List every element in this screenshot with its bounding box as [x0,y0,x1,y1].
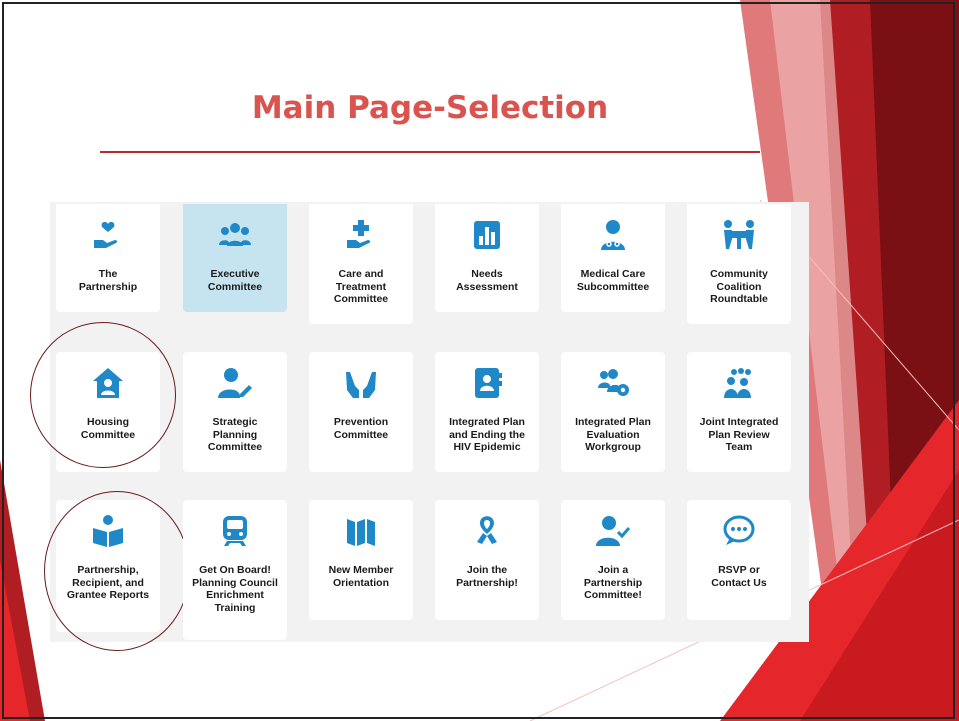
users-gear-icon [596,366,630,400]
menu-card[interactable]: New Member Orientation [309,500,413,620]
menu-card[interactable]: Join the Partnership! [435,500,539,620]
menu-card-label: RSVP or Contact Us [711,564,767,589]
menu-card-label: Prevention Committee [333,416,389,441]
menu-card-label: Get On Board! Planning Council Enrichmen… [192,564,278,614]
menu-card[interactable]: Integrated Plan Evaluation Workgroup [561,352,665,472]
train-icon [218,514,252,548]
menu-card[interactable]: Integrated Plan and Ending the HIV Epide… [435,352,539,472]
menu-card[interactable]: Needs Assessment [435,204,539,312]
heart-hand-icon [91,218,125,252]
map-icon [344,514,378,548]
doctor-icon [596,218,630,252]
menu-card-label: Integrated Plan Evaluation Workgroup [575,416,651,453]
menu-card-label: Housing Committee [80,416,136,441]
plus-hand-icon [344,218,378,252]
menu-card[interactable]: Strategic Planning Committee [183,352,287,472]
menu-card[interactable]: The Partnership [56,204,160,312]
menu-card[interactable]: Care and Treatment Committee [309,204,413,324]
menu-card-label: Care and Treatment Committee [333,268,389,305]
menu-card-label: Strategic Planning Committee [207,416,263,453]
menu-card-label: Join the Partnership! [456,564,518,589]
menu-card-label: New Member Orientation [328,564,394,589]
menu-card[interactable]: RSVP or Contact Us [687,500,791,620]
user-check-icon [596,514,631,548]
menu-card[interactable]: Housing Committee [56,352,160,472]
hands-icon [344,366,378,400]
menu-card-label: Join a Partnership Committee! [583,564,643,601]
menu-card-label: The Partnership [78,268,138,293]
menu-card[interactable]: Executive Committee [183,204,287,312]
menu-card[interactable]: Medical Care Subcommittee [561,204,665,312]
menu-card[interactable]: Partnership, Recipient, and Grantee Repo… [56,500,160,632]
menu-card-label: Joint Integrated Plan Review Team [699,416,779,453]
menu-card-label: Community Coalition Roundtable [710,268,768,305]
page-title: Main Page-Selection [251,90,609,126]
menu-card[interactable]: Get On Board! Planning Council Enrichmen… [183,500,287,640]
menu-card-label: Medical Care Subcommittee [576,268,650,293]
menu-card-label: Needs Assessment [456,268,518,293]
menu-card-label: Partnership, Recipient, and Grantee Repo… [66,564,150,601]
group-icon [218,218,252,252]
bar-chart-icon [470,218,504,252]
ribbon-icon [470,514,504,548]
title-divider [100,151,760,153]
chat-icon [722,514,756,548]
house-user-icon [91,366,125,400]
people-table-icon [722,218,756,252]
menu-card[interactable]: Community Coalition Roundtable [687,204,791,324]
menu-card-label: Executive Committee [207,268,263,293]
team-icon [722,366,756,400]
menu-card[interactable]: Prevention Committee [309,352,413,472]
menu-card[interactable]: Join a Partnership Committee! [561,500,665,620]
slide: Main Page-Selection The Partnership Execu… [0,0,959,721]
reader-icon [91,514,125,548]
user-pen-icon [218,366,252,400]
address-book-icon [470,366,504,400]
menu-card[interactable]: Joint Integrated Plan Review Team [687,352,791,472]
menu-card-label: Integrated Plan and Ending the HIV Epide… [449,416,525,453]
